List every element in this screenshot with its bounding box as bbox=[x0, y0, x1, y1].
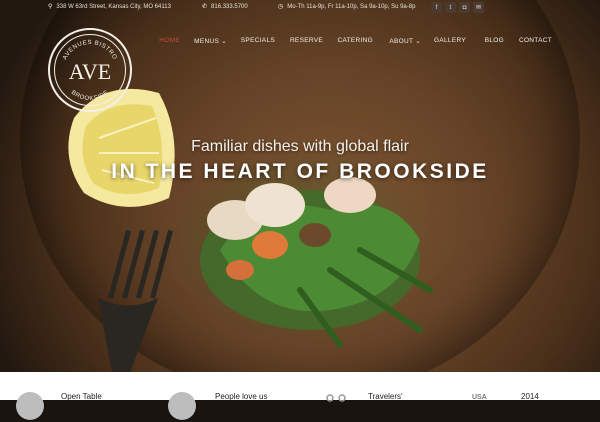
logo-graphic: AVENUES BISTRO AVE BROOKSIDE bbox=[62, 40, 117, 102]
nav-menus-label: MENUS bbox=[194, 38, 220, 45]
phone-text: 816.333.5700 bbox=[211, 3, 248, 10]
nav-gallery[interactable]: GALLERY bbox=[434, 37, 466, 44]
nav-menus[interactable]: MENUS ⌄ bbox=[194, 37, 227, 45]
address-text: 338 W 63rd Street, Kansas City, MO 64113 bbox=[56, 3, 171, 10]
nav-specials[interactable]: SPECIALS bbox=[241, 37, 275, 44]
phone-icon: ✆ bbox=[202, 4, 208, 10]
svg-text:BROOKSIDE: BROOKSIDE bbox=[70, 90, 110, 102]
logo-arc-top: AVENUES BISTRO bbox=[62, 40, 117, 61]
nav-home[interactable]: HOME bbox=[159, 37, 180, 44]
tripadvisor-icon bbox=[322, 392, 350, 420]
clock-icon: ◷ bbox=[278, 4, 284, 10]
phone-item[interactable]: ✆ 816.333.5700 bbox=[202, 3, 248, 11]
email-icon[interactable]: ✉ bbox=[473, 2, 484, 13]
top-info-bar: ⚲ 338 W 63rd Street, Kansas City, MO 641… bbox=[0, 0, 600, 16]
fork-image bbox=[98, 229, 174, 372]
nav-about-label: ABOUT bbox=[389, 38, 414, 45]
usa-badge-icon: USA bbox=[472, 394, 487, 401]
svg-text:AVENUES BISTRO: AVENUES BISTRO bbox=[62, 40, 117, 61]
logo-monogram: AVE bbox=[69, 59, 111, 84]
logo-arc-bottom: BROOKSIDE bbox=[70, 90, 110, 102]
open-table-icon bbox=[16, 392, 44, 420]
nav-catering[interactable]: CATERING bbox=[337, 37, 373, 44]
awards-strip: Open Table People love us Travelers' USA… bbox=[0, 372, 600, 420]
site-logo[interactable]: AVENUES BISTRO AVE BROOKSIDE bbox=[48, 28, 132, 112]
people-love-us-icon bbox=[168, 392, 196, 420]
hero-headline: IN THE HEART OF BROOKSIDE bbox=[111, 160, 489, 183]
twitter-icon[interactable]: t bbox=[445, 2, 456, 13]
nav-about[interactable]: ABOUT ⌄ bbox=[389, 37, 421, 45]
facebook-icon[interactable]: f bbox=[431, 2, 442, 13]
nav-blog[interactable]: BLOG bbox=[485, 37, 504, 44]
hero-tagline: Familiar dishes with global flair bbox=[191, 138, 409, 155]
nav-reserve[interactable]: RESERVE bbox=[290, 37, 323, 44]
address-item[interactable]: ⚲ 338 W 63rd Street, Kansas City, MO 641… bbox=[48, 3, 171, 11]
hero-banner: ⚲ 338 W 63rd Street, Kansas City, MO 641… bbox=[0, 0, 600, 372]
instagram-icon[interactable]: ◘ bbox=[459, 2, 470, 13]
nav-contact[interactable]: CONTACT bbox=[519, 37, 552, 44]
hours-item: ◷ Mo-Th 11a-9p, Fr 11a-10p, Sa 9a-10p, S… bbox=[278, 3, 416, 11]
chevron-down-icon: ⌄ bbox=[415, 38, 421, 45]
hours-text: Mo-Th 11a-9p, Fr 11a-10p, Sa 9a-10p, Su … bbox=[287, 3, 416, 10]
map-pin-icon: ⚲ bbox=[48, 4, 53, 10]
chevron-down-icon: ⌄ bbox=[221, 38, 227, 45]
